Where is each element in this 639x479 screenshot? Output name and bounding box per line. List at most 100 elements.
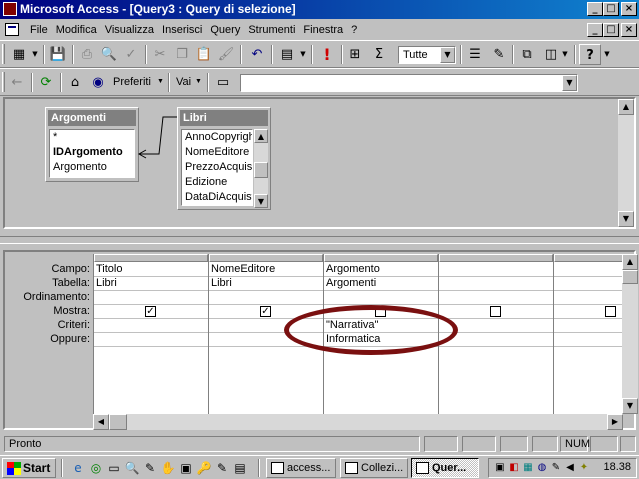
spelling-icon[interactable]: ✓ [120, 44, 142, 65]
quicklaunch-app-icon[interactable]: ✎ [142, 460, 158, 476]
combo-arrow-icon[interactable]: ▼ [440, 47, 455, 63]
scroll-up-icon[interactable]: ▲ [622, 254, 638, 270]
menu-visualizza[interactable]: Visualizza [101, 24, 158, 36]
maximize-button[interactable]: □ [603, 2, 619, 16]
cut-icon[interactable]: ✂ [149, 44, 171, 65]
column-selector[interactable] [439, 254, 553, 262]
toolbar-grip[interactable] [2, 72, 5, 92]
view-dropdown-icon[interactable]: ▼ [30, 44, 40, 65]
join-line[interactable] [5, 99, 638, 231]
clock[interactable]: 18.38 [603, 461, 631, 473]
tray-app-icon[interactable]: ◧ [507, 461, 521, 475]
grid-cell-or[interactable] [96, 333, 206, 346]
scroll-down-icon[interactable]: ▼ [618, 211, 634, 227]
grid-cell-criteria[interactable] [96, 319, 206, 332]
column-selector[interactable] [209, 254, 323, 262]
quicklaunch-app-icon[interactable]: ✎ [214, 460, 230, 476]
run-icon[interactable]: ! [316, 44, 338, 65]
minimize-button[interactable]: _ [587, 2, 603, 16]
grid-cell-field[interactable]: Argomento [326, 263, 436, 276]
task-button-collezioni[interactable]: Collezi... [340, 458, 408, 478]
access-app-icon[interactable] [3, 2, 17, 16]
size-grip[interactable] [620, 436, 636, 452]
view-icon[interactable]: ▦ [8, 44, 30, 65]
grid-column[interactable]: Titolo Libri ✓ [94, 254, 209, 414]
access-quicklaunch-icon[interactable]: 🔑 [196, 460, 212, 476]
search-web-icon[interactable]: ◉ [87, 72, 109, 93]
top-values-combo[interactable]: Tutte ▼ [398, 46, 456, 64]
grid-cell-sort[interactable] [326, 291, 436, 304]
scroll-right-icon[interactable]: ▶ [607, 414, 623, 430]
format-painter-icon[interactable]: 🖌 [215, 44, 237, 65]
grid-cell-sort[interactable] [96, 291, 206, 304]
help-dropdown-icon[interactable]: ▼ [602, 44, 612, 65]
scroll-left-icon[interactable]: ◀ [93, 414, 109, 430]
paste-icon[interactable]: 📋 [193, 44, 215, 65]
build-icon[interactable]: ✎ [488, 44, 510, 65]
grid-column[interactable] [554, 254, 624, 414]
quicklaunch-app-icon[interactable]: ▤ [232, 460, 248, 476]
go-menu[interactable]: Vai [176, 76, 191, 88]
show-checkbox[interactable] [605, 306, 616, 317]
doc-restore-button[interactable]: □ [603, 23, 619, 37]
outlook-express-icon[interactable]: ◎ [88, 460, 104, 476]
query-type-dropdown-icon[interactable]: ▼ [298, 44, 308, 65]
query-type-icon[interactable]: ▤ [276, 44, 298, 65]
show-checkbox[interactable]: ✓ [145, 306, 156, 317]
grid-cell-table[interactable]: Argomenti [326, 277, 436, 290]
grid-horizontal-scrollbar[interactable]: ◀ ▶ [93, 414, 623, 430]
tray-app-icon[interactable]: ◍ [535, 461, 549, 475]
scroll-up-icon[interactable]: ▲ [618, 99, 634, 115]
favorites-menu[interactable]: Preferiti [113, 76, 151, 88]
toolbar-grip[interactable] [2, 44, 5, 64]
new-object-dropdown-icon[interactable]: ▼ [560, 44, 570, 65]
new-object-icon[interactable]: ◫ [540, 44, 562, 65]
save-icon[interactable]: 💾 [47, 44, 69, 65]
column-selector[interactable] [324, 254, 438, 262]
show-only-web-toolbar-icon[interactable]: ▭ [212, 72, 234, 93]
network-icon[interactable]: ▦ [521, 461, 535, 475]
show-checkbox[interactable] [490, 306, 501, 317]
internet-explorer-icon[interactable]: e [70, 460, 86, 476]
back-icon[interactable]: ← [6, 72, 28, 93]
combo-arrow-icon[interactable]: ▼ [562, 75, 577, 91]
scroll-down-icon[interactable]: ▼ [622, 398, 638, 414]
print-preview-icon[interactable]: 🔍 [98, 44, 120, 65]
column-selector[interactable] [94, 254, 208, 262]
table-pane-scrollbar[interactable]: ▲ ▼ [618, 99, 634, 227]
grid-cell-field[interactable] [441, 263, 551, 276]
tray-app-icon[interactable]: ▣ [493, 461, 507, 475]
grid-cell-table[interactable] [441, 277, 551, 290]
show-desktop-icon[interactable]: ▭ [106, 460, 122, 476]
start-button[interactable]: Start [2, 458, 56, 478]
menu-modifica[interactable]: Modifica [52, 24, 101, 36]
refresh-icon[interactable]: ⟳ [35, 72, 57, 93]
task-button-access-word[interactable]: access... [266, 458, 336, 478]
task-button-query[interactable]: Quer... [411, 458, 479, 478]
explorer-icon[interactable]: 🔍 [124, 460, 140, 476]
go-dropdown-icon[interactable]: ▼ [195, 78, 202, 85]
show-checkbox[interactable]: ✓ [260, 306, 271, 317]
address-combo[interactable]: ▼ [240, 74, 578, 92]
quicklaunch-app-icon[interactable]: ▣ [178, 460, 194, 476]
totals-icon[interactable]: Σ [368, 44, 390, 65]
print-icon[interactable]: ⎙ [76, 44, 98, 65]
pane-splitter[interactable] [0, 236, 639, 244]
volume-icon[interactable]: ◀ [563, 461, 577, 475]
copy-icon[interactable]: ❐ [171, 44, 193, 65]
doc-close-button[interactable]: × [621, 23, 637, 37]
favorites-dropdown-icon[interactable]: ▼ [157, 78, 164, 85]
tray-app-icon[interactable]: ✎ [549, 461, 563, 475]
undo-icon[interactable]: ↶ [246, 44, 268, 65]
grid-cell-field[interactable] [556, 263, 622, 276]
grid-cell-sort[interactable] [211, 291, 321, 304]
quicklaunch-app-icon[interactable]: ✋ [160, 460, 176, 476]
menu-inserisci[interactable]: Inserisci [158, 24, 206, 36]
menu-file[interactable]: File [26, 24, 52, 36]
help-icon[interactable]: ? [579, 44, 601, 65]
doc-minimize-button[interactable]: _ [587, 23, 603, 37]
query-document-icon[interactable] [5, 23, 19, 36]
grid-cell-table[interactable]: Libri [211, 277, 321, 290]
close-button[interactable]: × [621, 2, 637, 16]
menu-help[interactable]: ? [347, 24, 361, 36]
